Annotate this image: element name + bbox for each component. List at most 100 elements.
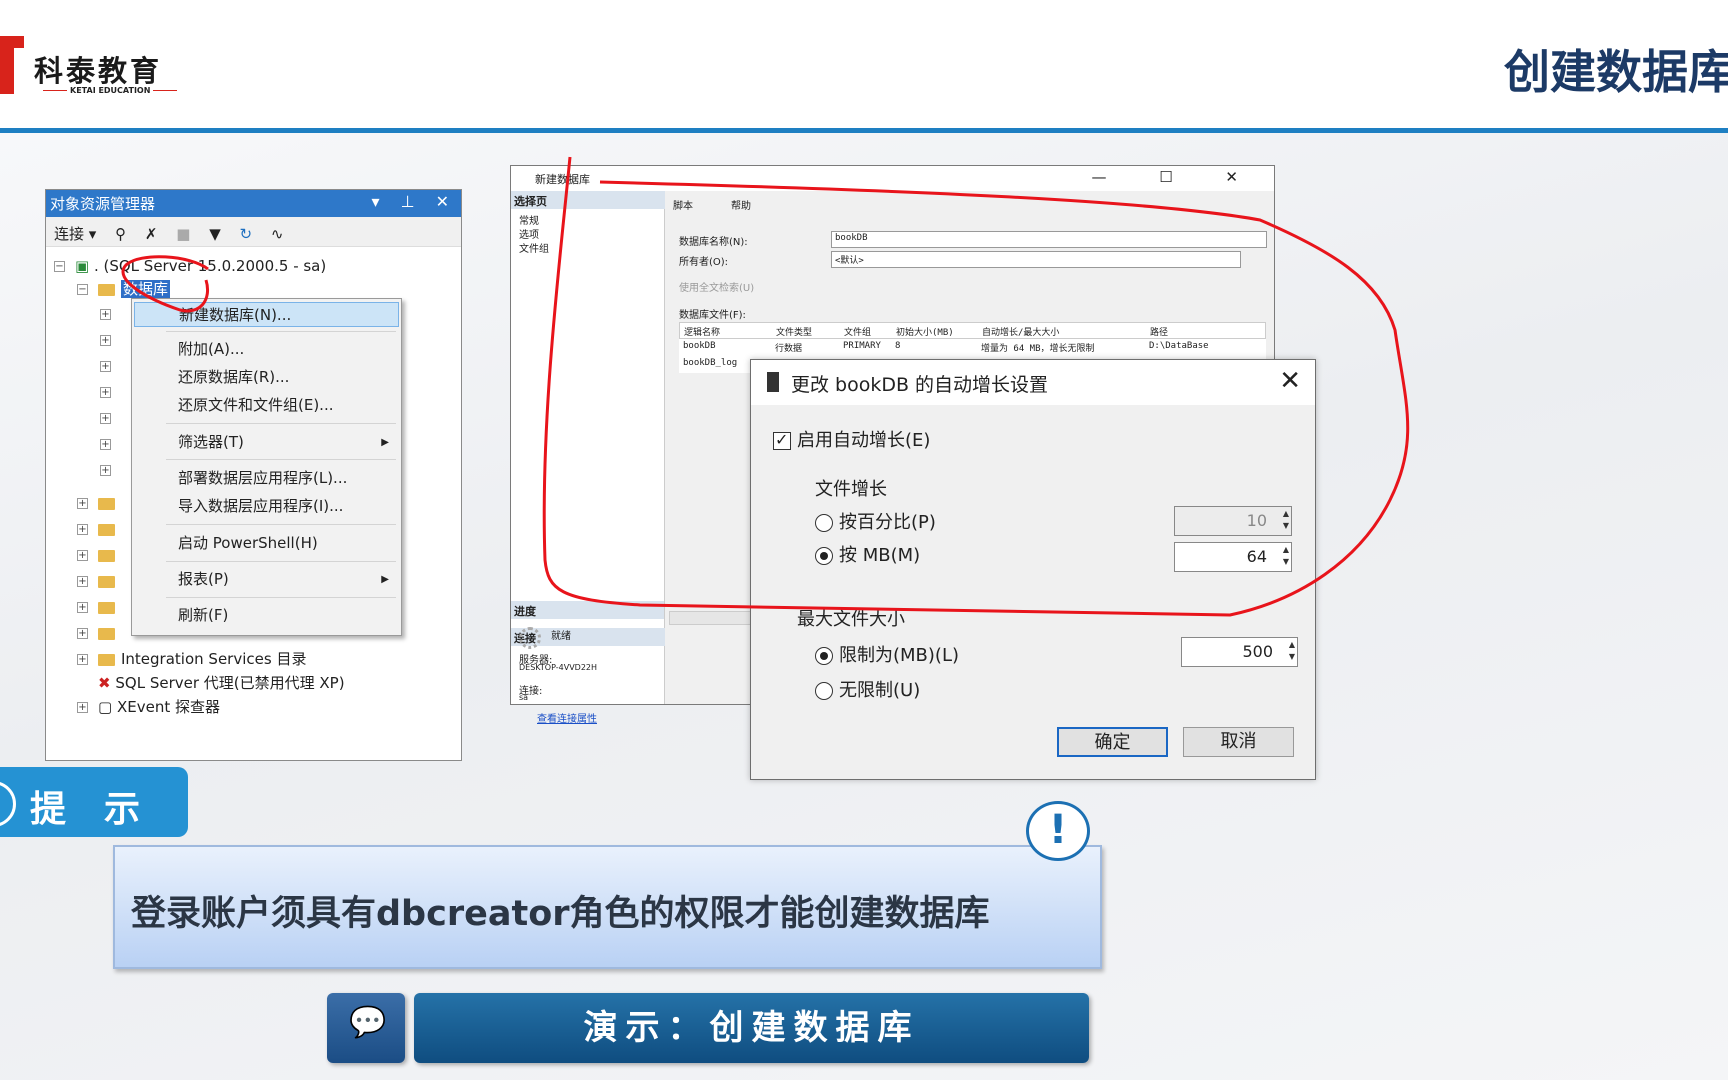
expand-icon[interactable]: + bbox=[77, 654, 88, 665]
by-percent-radio[interactable]: 按百分比(P) bbox=[815, 508, 936, 534]
ok-button[interactable]: 确定 bbox=[1057, 727, 1168, 757]
demo-banner[interactable]: 演示：创建数据库 bbox=[414, 993, 1089, 1063]
tree-child-node[interactable]: + bbox=[100, 433, 121, 455]
activity-icon[interactable]: ∿ bbox=[271, 225, 284, 243]
tree-sql-agent[interactable]: ✖ SQL Server 代理(已禁用代理 XP) bbox=[98, 672, 345, 694]
radio-selected-icon[interactable] bbox=[815, 647, 833, 665]
enable-autogrowth-label: 启用自动增长(E) bbox=[797, 430, 931, 451]
stop-icon[interactable]: ■ bbox=[176, 225, 190, 243]
unlimited-label: 无限制(U) bbox=[839, 680, 921, 701]
menu-item-refresh[interactable]: 刷新(F) bbox=[134, 603, 399, 628]
radio-selected-icon[interactable] bbox=[815, 547, 833, 565]
expand-icon[interactable]: + bbox=[77, 702, 88, 713]
close-icon[interactable]: ✕ bbox=[1279, 366, 1301, 396]
new-database-titlebar: 新建数据库 — ☐ ✕ bbox=[511, 166, 1274, 191]
tree-databases-node[interactable]: − 数据库 bbox=[77, 278, 171, 300]
cancel-button[interactable]: 取消 bbox=[1183, 727, 1294, 757]
tree-integration-services[interactable]: + Integration Services 目录 bbox=[77, 648, 306, 670]
tree-child-node[interactable]: + bbox=[100, 303, 121, 325]
stepper-arrows-icon[interactable]: ▲ ▼ bbox=[1289, 639, 1295, 663]
menu-item-new-database[interactable]: 新建数据库(N)... bbox=[134, 302, 399, 327]
view-connection-properties-link[interactable]: 查看连接属性 bbox=[537, 710, 597, 725]
menu-item-attach[interactable]: 附加(A)... bbox=[134, 337, 399, 362]
expand-icon[interactable]: + bbox=[77, 576, 88, 587]
radio-icon[interactable] bbox=[815, 682, 833, 700]
stepper-arrows-icon[interactable]: ▲ ▼ bbox=[1283, 508, 1289, 532]
tree-child-node[interactable]: + bbox=[100, 355, 121, 377]
stepper-arrows-icon[interactable]: ▲ ▼ bbox=[1283, 544, 1289, 568]
expand-icon[interactable]: + bbox=[77, 628, 88, 639]
expand-icon[interactable]: + bbox=[100, 465, 111, 476]
owner-field[interactable]: <默认> bbox=[831, 251, 1241, 268]
menu-item-deploy-dac[interactable]: 部署数据层应用程序(L)... bbox=[134, 466, 399, 491]
menu-separator bbox=[166, 524, 396, 525]
connect-button[interactable]: 连接 ▾ bbox=[54, 225, 96, 243]
menu-item-reports[interactable]: 报表(P) ▶ bbox=[134, 567, 399, 592]
db-name-field[interactable]: bookDB bbox=[831, 231, 1267, 248]
grid-col-logical: 逻辑名称 bbox=[684, 328, 721, 338]
tree-folder-node[interactable]: + bbox=[77, 544, 121, 566]
page-options[interactable]: 选项 bbox=[519, 226, 539, 241]
tree-child-node[interactable]: + bbox=[100, 459, 121, 481]
limit-stepper[interactable]: 500 ▲ ▼ bbox=[1181, 637, 1298, 667]
tree-folder-node[interactable]: + bbox=[77, 622, 121, 644]
radio-icon[interactable] bbox=[815, 514, 833, 532]
tree-folder-node[interactable]: + bbox=[77, 570, 121, 592]
databases-context-menu: 新建数据库(N)... 附加(A)... 还原数据库(R)... 还原文件和文件… bbox=[131, 298, 402, 636]
menu-item-filter[interactable]: 筛选器(T) ▶ bbox=[134, 430, 399, 455]
help-button[interactable]: 帮助 bbox=[731, 197, 751, 212]
tree-folder-node[interactable]: + bbox=[77, 518, 121, 540]
filter-icon[interactable]: ▼ bbox=[209, 225, 221, 243]
expand-icon[interactable]: + bbox=[100, 413, 111, 424]
page-filegroups[interactable]: 文件组 bbox=[519, 240, 549, 255]
tree-server-node[interactable]: − ▣ . (SQL Server 15.0.2000.5 - sa) bbox=[54, 255, 326, 277]
collapse-icon[interactable]: − bbox=[54, 261, 65, 272]
menu-item-powershell[interactable]: 启动 PowerShell(H) bbox=[134, 531, 399, 556]
expand-icon[interactable]: + bbox=[77, 550, 88, 561]
table-row[interactable]: bookDB 行数据 PRIMARY 8 增量为 64 MB，增长无限制 D:\… bbox=[679, 339, 1266, 356]
expand-icon[interactable]: + bbox=[77, 524, 88, 535]
menu-item-restore-files[interactable]: 还原文件和文件组(E)... bbox=[134, 393, 399, 418]
tree-folder-node[interactable]: + bbox=[77, 596, 121, 618]
grid-col-filegroup: 文件组 bbox=[844, 328, 872, 338]
percent-stepper[interactable]: 10 ▲ ▼ bbox=[1174, 506, 1292, 536]
max-file-size-label: 最大文件大小 bbox=[797, 609, 905, 630]
mb-stepper[interactable]: 64 ▲ ▼ bbox=[1174, 542, 1292, 572]
menu-item-import-dac[interactable]: 导入数据层应用程序(I)... bbox=[134, 494, 399, 519]
object-explorer-titlebar: 对象资源管理器 ▾ ⊥ ✕ bbox=[46, 190, 461, 217]
tree-child-node[interactable]: + bbox=[100, 329, 121, 351]
expand-icon[interactable]: + bbox=[100, 309, 111, 320]
menu-item-restore-database[interactable]: 还原数据库(R)... bbox=[134, 365, 399, 390]
tree-folder-node[interactable]: + bbox=[77, 492, 121, 514]
by-mb-radio[interactable]: 按 MB(M) bbox=[815, 541, 920, 567]
expand-icon[interactable]: + bbox=[77, 498, 88, 509]
expand-icon[interactable]: + bbox=[100, 361, 111, 372]
refresh-icon[interactable]: ↻ bbox=[240, 225, 253, 243]
folder-icon bbox=[98, 575, 115, 588]
window-controls[interactable]: — ☐ ✕ bbox=[1091, 168, 1262, 186]
script-button[interactable]: 脚本 bbox=[673, 197, 693, 212]
percent-value: 10 bbox=[1246, 511, 1267, 530]
checkbox-checked-icon[interactable] bbox=[773, 430, 791, 450]
tree-xevent[interactable]: + ▢ XEvent 探查器 bbox=[77, 696, 220, 718]
autogrowth-dialog: 更改 bookDB 的自动增长设置 ✕ 启用自动增长(E) 文件增长 按百分比(… bbox=[750, 359, 1316, 780]
fulltext-checkbox[interactable]: 使用全文检索(U) bbox=[679, 279, 754, 294]
collapse-icon[interactable]: − bbox=[77, 284, 88, 295]
expand-icon[interactable]: + bbox=[100, 387, 111, 398]
unlimited-radio[interactable]: 无限制(U) bbox=[815, 676, 920, 702]
folder-icon bbox=[98, 283, 115, 296]
folder-icon bbox=[98, 653, 115, 666]
enable-autogrowth-checkbox[interactable]: 启用自动增长(E) bbox=[773, 426, 930, 452]
expand-icon[interactable]: + bbox=[77, 602, 88, 613]
disconnect-icon[interactable]: ✗ bbox=[145, 225, 158, 243]
grid-cell: 8 bbox=[895, 341, 901, 351]
limited-radio[interactable]: 限制为(MB)(L) bbox=[815, 641, 959, 667]
tree-child-node[interactable]: + bbox=[100, 381, 121, 403]
tree-child-node[interactable]: + bbox=[100, 407, 121, 429]
expand-icon[interactable]: + bbox=[100, 439, 111, 450]
expand-icon[interactable]: + bbox=[100, 335, 111, 346]
page-general[interactable]: 常规 bbox=[519, 212, 539, 227]
panel-controls[interactable]: ▾ ⊥ ✕ bbox=[371, 192, 457, 211]
connect-icon[interactable]: ⚲ bbox=[115, 225, 126, 243]
server-icon: ▣ bbox=[75, 257, 90, 275]
